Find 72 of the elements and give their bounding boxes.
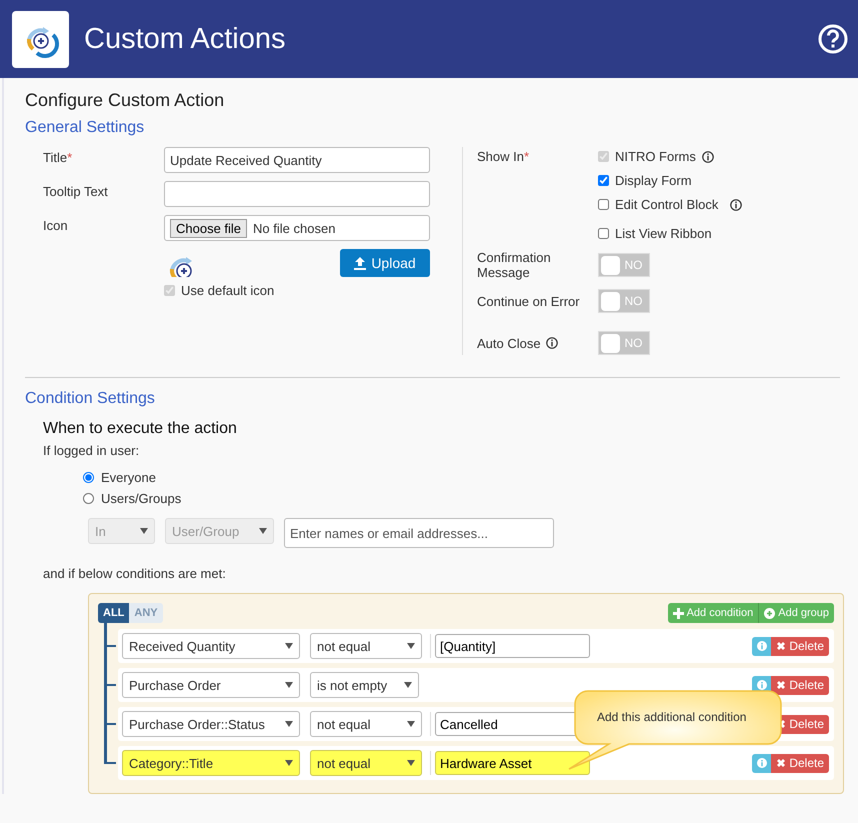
field-label: Icon — [43, 218, 68, 233]
plus-icon — [672, 608, 684, 618]
delete-button[interactable]: Delete — [771, 676, 829, 694]
subheading: When to execute the action — [43, 420, 238, 438]
mode-toggle[interactable]: ALL — [98, 603, 130, 623]
checkbox-label: Use default icon — [181, 283, 274, 298]
radio-button[interactable] — [83, 493, 94, 504]
upload-icon — [354, 256, 366, 270]
file-status: No file chosen — [253, 220, 336, 236]
caret-icon — [407, 721, 415, 727]
checkbox[interactable] — [598, 175, 609, 186]
caret-icon — [407, 760, 415, 766]
toggle-label: Confirmation Message — [477, 250, 552, 280]
required-asterisk: * — [524, 149, 530, 164]
upload-button[interactable]: Upload — [340, 249, 430, 277]
plus-circle-icon — [764, 608, 776, 618]
field-label: If logged in user: — [43, 443, 140, 458]
caret-icon — [285, 682, 293, 688]
section-heading: Condition Settings — [25, 390, 156, 408]
radio-button[interactable] — [83, 472, 94, 483]
required-asterisk: * — [67, 150, 72, 165]
operator-select[interactable]: is not empty — [310, 672, 419, 698]
caret-icon — [259, 528, 267, 534]
field-select[interactable]: Received Quantity — [122, 633, 300, 659]
caret-icon — [285, 721, 293, 727]
field-select[interactable]: Purchase Order::Status — [122, 711, 300, 737]
checkbox[interactable] — [598, 228, 609, 239]
checkbox-label: NITRO Forms — [615, 149, 696, 164]
field-select[interactable]: Category::Title — [122, 750, 300, 776]
tooltip-text: Add this additional condition — [597, 710, 746, 724]
field-label: Title — [43, 150, 68, 165]
delete-button[interactable]: Delete — [771, 636, 829, 656]
text-field[interactable] — [164, 181, 430, 207]
caret-icon — [140, 528, 148, 534]
close-icon — [776, 680, 786, 690]
page-title: Configure Custom Action — [25, 90, 226, 111]
caret-icon — [285, 760, 293, 766]
people-field[interactable]: Enter names or email addresses... — [284, 518, 554, 548]
caret-icon — [285, 643, 293, 649]
field-label: Show In — [477, 149, 524, 164]
checkbox-label: Edit Control Block — [615, 197, 718, 212]
field-label: and if below conditions are met: — [43, 566, 227, 581]
checkbox-label: List View Ribbon — [615, 226, 712, 241]
close-icon — [776, 641, 786, 651]
info-button[interactable] — [752, 754, 772, 772]
operator-select[interactable]: not equal — [310, 711, 422, 737]
delete-button[interactable]: Delete — [771, 754, 829, 772]
choose-file-button[interactable]: Choose file — [170, 218, 248, 238]
caret-icon — [407, 643, 415, 649]
info-icon — [756, 641, 767, 651]
value-field[interactable]: Hardware Asset — [435, 751, 590, 775]
operator-select[interactable]: not equal — [310, 750, 422, 776]
help-icon[interactable] — [818, 24, 848, 54]
close-icon — [776, 758, 786, 768]
file-field[interactable]: Choose file No file chosen — [164, 215, 430, 241]
toggle-label: Continue on Error — [477, 294, 580, 308]
checkbox-label: Display Form — [615, 173, 692, 188]
text-field[interactable]: Update Received Quantity — [164, 147, 430, 173]
info-icon — [756, 758, 767, 768]
checkbox[interactable] — [598, 199, 609, 210]
toggle-label: Auto Close — [477, 336, 541, 350]
section-heading: General Settings — [25, 119, 146, 137]
info-icon — [756, 680, 767, 690]
app-title: Custom Actions — [84, 22, 286, 56]
field-label: Tooltip Text — [43, 184, 108, 199]
info-button[interactable] — [752, 636, 772, 656]
value-field[interactable]: [Quantity] — [435, 634, 590, 658]
radio-label: Users/Groups — [101, 491, 182, 506]
radio-label: Everyone — [101, 470, 156, 485]
caret-icon — [404, 682, 412, 688]
field-select[interactable]: Purchase Order — [122, 672, 300, 698]
operator-select[interactable]: not equal — [310, 633, 422, 659]
